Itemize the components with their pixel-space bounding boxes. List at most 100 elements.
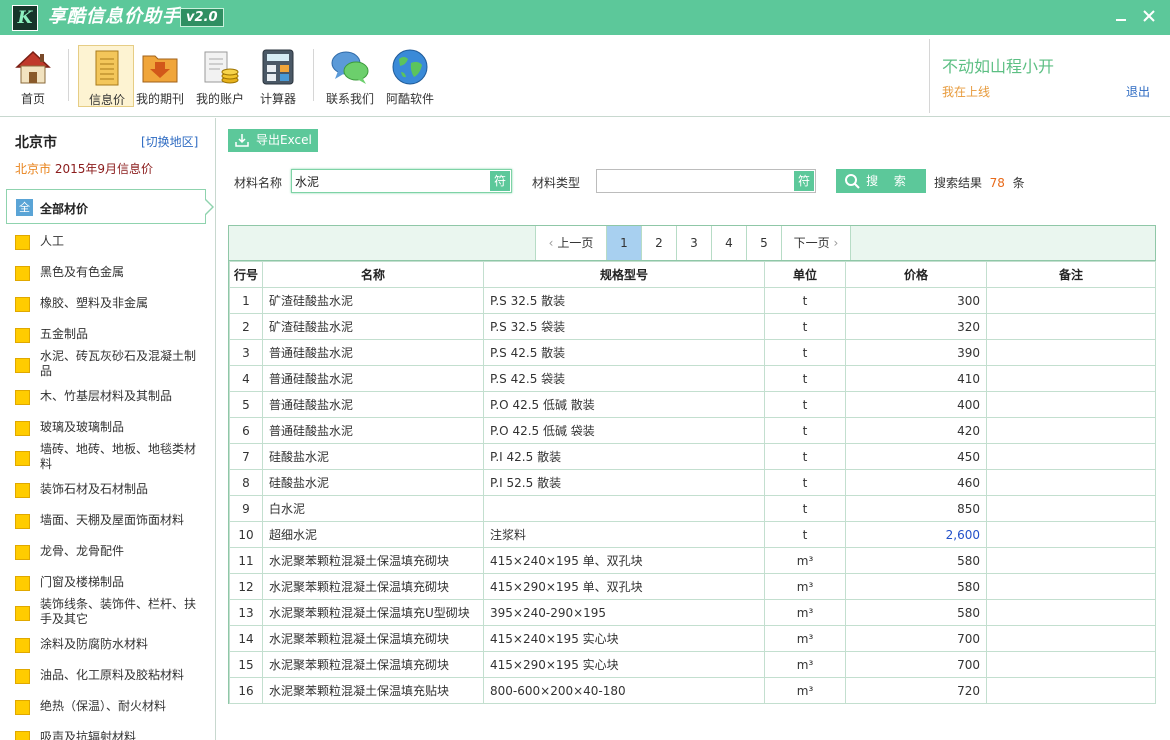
page-button-1[interactable]: 1: [606, 226, 641, 260]
sidebar: 北京市 [切换地区] 北京市 2015年9月信息价 全 全部材价 人工 黑色及有…: [0, 118, 216, 740]
table-row[interactable]: 10 超细水泥 注浆料 t 2,600: [229, 521, 1156, 548]
table-row[interactable]: 8 硅酸盐水泥 P.I 52.5 散装 t 460: [229, 469, 1156, 496]
all-materials-icon: 全: [16, 199, 33, 216]
column-header-note[interactable]: 备注: [986, 261, 1156, 288]
table-row[interactable]: 15 水泥聚苯颗粒混凝土保温填充砌块 415×290×195 实心块 m³ 700: [229, 651, 1156, 678]
sidebar-item-category[interactable]: 绝热（保温）、耐火材料: [0, 691, 215, 722]
cell-price: 420: [845, 417, 987, 444]
page-button-4[interactable]: 4: [711, 226, 746, 260]
sidebar-item-category[interactable]: 五金制品: [0, 319, 215, 350]
cell-note: [986, 313, 1156, 340]
column-header-row-no[interactable]: 行号: [229, 261, 263, 288]
table-row[interactable]: 13 水泥聚苯颗粒混凝土保温填充U型砌块 395×240-290×195 m³ 580: [229, 599, 1156, 626]
table-row[interactable]: 12 水泥聚苯颗粒混凝土保温填充砌块 415×290×195 单、双孔块 m³ 580: [229, 573, 1156, 600]
globe-icon: [392, 49, 428, 85]
column-header-unit[interactable]: 单位: [764, 261, 846, 288]
sidebar-item-label: 全部材价: [40, 202, 89, 216]
sidebar-item-category[interactable]: 油品、化工原料及胶粘材料: [0, 660, 215, 691]
table-header-row: 行号 名称 规格型号 单位 价格 备注: [229, 261, 1156, 288]
cell-unit: m³: [764, 547, 846, 574]
table-row[interactable]: 6 普通硅酸盐水泥 P.O 42.5 低碱 袋装 t 420: [229, 417, 1156, 444]
toolbar-aku-software-label: 阿酷软件: [385, 92, 434, 106]
sidebar-item-label: 龙骨、龙骨配件: [40, 544, 125, 558]
sidebar-item-category[interactable]: 橡胶、塑料及非金属: [0, 288, 215, 319]
table-row[interactable]: 9 白水泥 t 850: [229, 495, 1156, 522]
toolbar-journal-label: 我的期刊: [135, 92, 184, 106]
cell-row-no: 4: [229, 365, 263, 392]
material-type-input[interactable]: [597, 170, 792, 192]
table-row[interactable]: 16 水泥聚苯颗粒混凝土保温填充贴块 800-600×200×40-180 m³ 720: [229, 677, 1156, 704]
logout-link[interactable]: 退出: [1126, 83, 1150, 100]
sidebar-item-category[interactable]: 墙砖、地砖、地板、地毯类材料: [0, 442, 215, 474]
table-row[interactable]: 3 普通硅酸盐水泥 P.S 42.5 散装 t 390: [229, 339, 1156, 366]
sidebar-item-category[interactable]: 装饰石材及石材制品: [0, 474, 215, 505]
sidebar-item-category[interactable]: 墙面、天棚及屋面饰面材料: [0, 505, 215, 536]
folder-square-icon: [15, 514, 30, 529]
sidebar-item-category[interactable]: 黑色及有色金属: [0, 257, 215, 288]
table-row[interactable]: 4 普通硅酸盐水泥 P.S 42.5 袋装 t 410: [229, 365, 1156, 392]
sidebar-item-category[interactable]: 人工: [0, 226, 215, 257]
cell-row-no: 3: [229, 339, 263, 366]
table-row[interactable]: 7 硅酸盐水泥 P.I 42.5 散装 t 450: [229, 443, 1156, 470]
sidebar-item-category[interactable]: 玻璃及玻璃制品: [0, 412, 215, 443]
column-header-price[interactable]: 价格: [845, 261, 987, 288]
toolbar-home-button[interactable]: 首页: [5, 45, 61, 107]
column-header-spec[interactable]: 规格型号: [483, 261, 765, 288]
download-icon: [235, 134, 249, 147]
search-button[interactable]: 搜 索: [836, 169, 926, 193]
table-row[interactable]: 11 水泥聚苯颗粒混凝土保温填充砌块 415×240×195 单、双孔块 m³ 580: [229, 547, 1156, 574]
close-icon[interactable]: [1138, 6, 1160, 28]
sidebar-item-category[interactable]: 门窗及楼梯制品: [0, 567, 215, 598]
folder-square-icon: [15, 669, 30, 684]
switch-region-link[interactable]: [切换地区]: [141, 133, 198, 150]
toolbar-aku-software-button[interactable]: 阿酷软件: [382, 45, 438, 107]
prev-page-label: 上一页: [557, 236, 594, 250]
sidebar-item-all-materials[interactable]: 全 全部材价: [6, 189, 214, 224]
cell-row-no: 9: [229, 495, 263, 522]
page-button-5[interactable]: 5: [746, 226, 781, 260]
sidebar-item-category[interactable]: 涂料及防腐防水材料: [0, 629, 215, 660]
table-body: 1 矿渣硅酸盐水泥 P.S 32.5 散装 t 300 2 矿渣硅酸盐水泥 P.S 32.5 …: [229, 287, 1156, 704]
table-row[interactable]: 14 水泥聚苯颗粒混凝土保温填充砌块 415×240×195 实心块 m³ 700: [229, 625, 1156, 652]
material-name-input[interactable]: [292, 170, 488, 192]
table-row[interactable]: 1 矿渣硅酸盐水泥 P.S 32.5 散装 t 300: [229, 287, 1156, 314]
folder-square-icon: [15, 297, 30, 312]
material-type-symbol-button[interactable]: 符: [794, 171, 814, 191]
table-row[interactable]: 2 矿渣硅酸盐水泥 P.S 32.5 袋装 t 320: [229, 313, 1156, 340]
table-row[interactable]: 5 普通硅酸盐水泥 P.O 42.5 低碱 散装 t 400: [229, 391, 1156, 418]
column-header-name[interactable]: 名称: [262, 261, 484, 288]
page-button-3[interactable]: 3: [676, 226, 711, 260]
sidebar-item-category[interactable]: 装饰线条、装饰件、栏杆、扶手及其它: [0, 597, 215, 629]
material-type-field: 符: [596, 169, 816, 193]
next-page-button[interactable]: 下一页 ›: [781, 226, 851, 260]
cell-note: [986, 677, 1156, 704]
folder-square-icon: [15, 731, 30, 740]
toolbar-contact-button[interactable]: 联系我们: [322, 45, 378, 107]
export-excel-button[interactable]: 导出Excel: [228, 129, 318, 152]
minimize-icon[interactable]: [1110, 6, 1132, 28]
sidebar-item-category[interactable]: 龙骨、龙骨配件: [0, 536, 215, 567]
material-name-symbol-button[interactable]: 符: [490, 171, 510, 191]
prev-page-button[interactable]: ‹ 上一页: [535, 226, 606, 260]
page-button-2[interactable]: 2: [641, 226, 676, 260]
cell-name: 普通硅酸盐水泥: [262, 391, 484, 418]
cell-unit: t: [764, 469, 846, 496]
user-panel: 不动如山程小开 我在上线 退出: [929, 39, 1170, 113]
folder-download-icon: [142, 55, 178, 83]
cell-price: 2,600: [845, 521, 987, 548]
sidebar-item-category[interactable]: 木、竹基层材料及其制品: [0, 381, 215, 412]
cell-name: 水泥聚苯颗粒混凝土保温填充砌块: [262, 625, 484, 652]
toolbar-calculator-button[interactable]: 计算器: [250, 45, 306, 107]
period-info: 北京市 2015年9月信息价: [15, 160, 153, 177]
cell-note: [986, 443, 1156, 470]
cell-spec: P.I 42.5 散装: [483, 443, 765, 470]
cell-unit: m³: [764, 573, 846, 600]
toolbar-info-price-button[interactable]: 信息价: [78, 45, 134, 107]
toolbar-journal-button[interactable]: 我的期刊: [132, 45, 188, 107]
sidebar-item-category[interactable]: 水泥、砖瓦灰砂石及混凝土制品: [0, 349, 215, 381]
toolbar-account-button[interactable]: 我的账户: [192, 45, 248, 107]
sidebar-item-label: 绝热（保温）、耐火材料: [40, 699, 167, 713]
price-table: 行号 名称 规格型号 单位 价格 备注 1 矿渣硅酸盐水泥 P.S 32.5 散装 t…: [229, 261, 1156, 704]
sidebar-item-category[interactable]: 吸声及抗辐射材料: [0, 722, 215, 740]
cell-row-no: 10: [229, 521, 263, 548]
